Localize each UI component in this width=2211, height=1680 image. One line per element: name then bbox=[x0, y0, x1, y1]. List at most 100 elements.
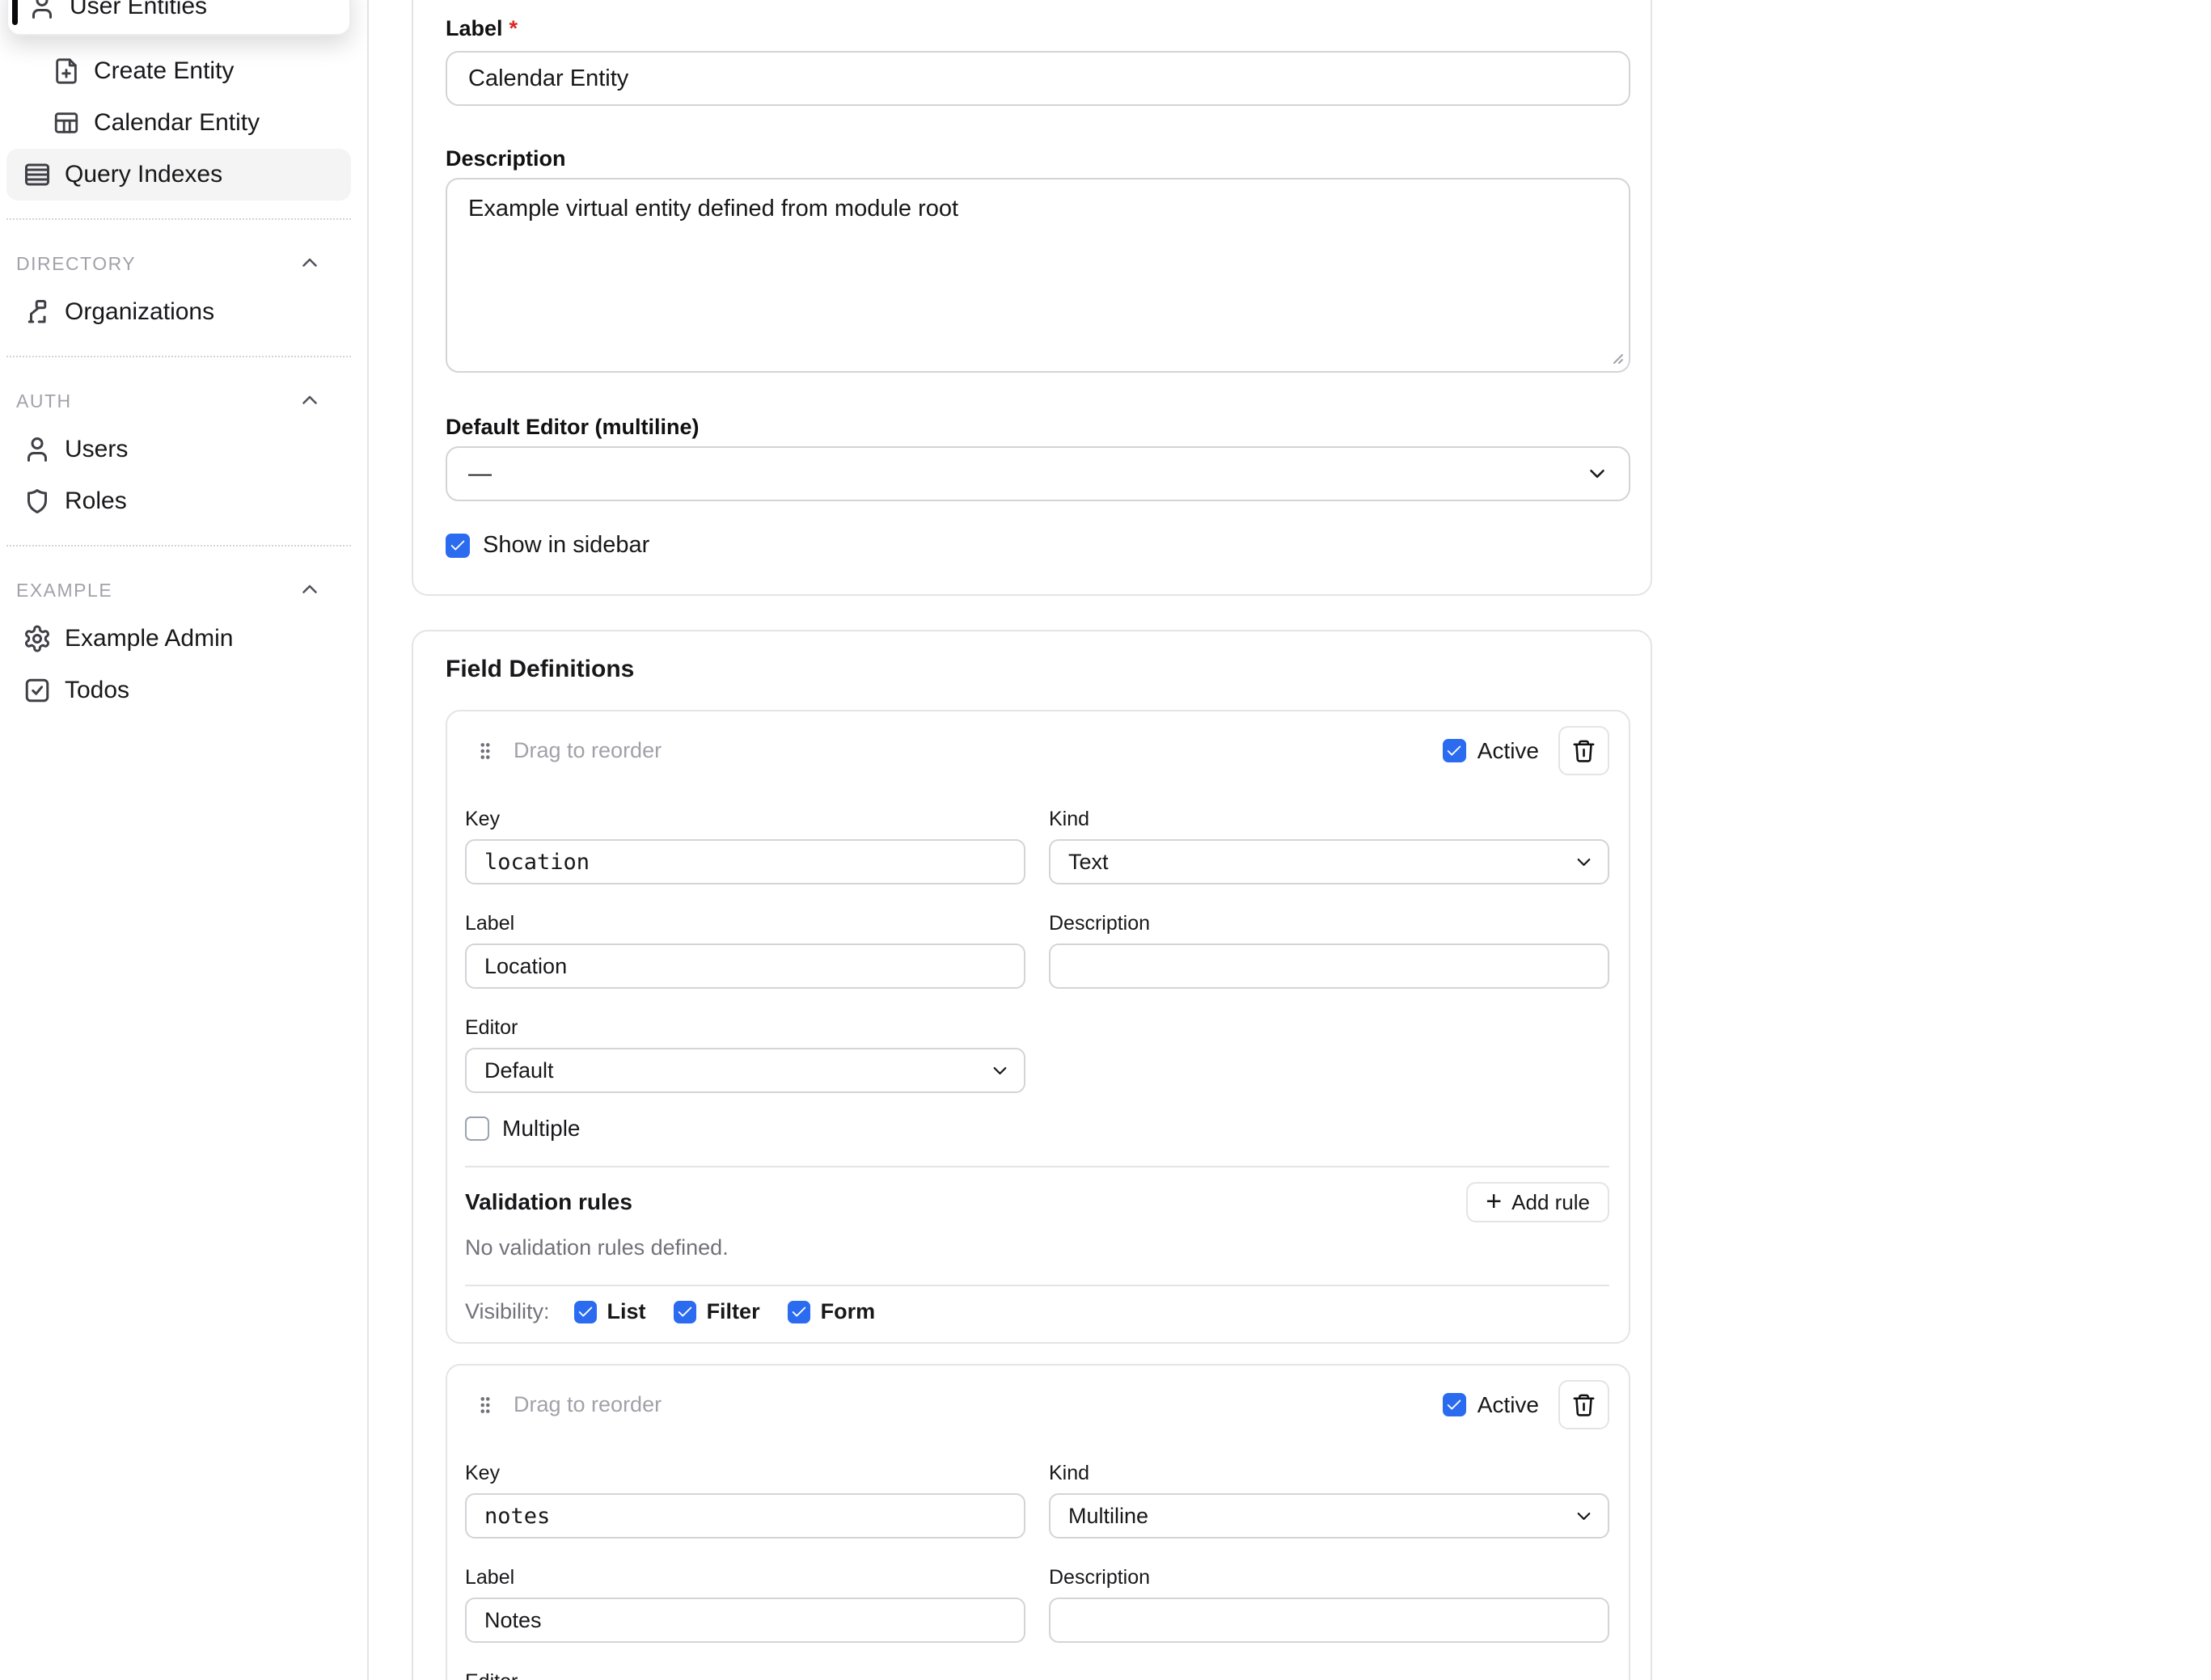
sidebar-item-label: Create Entity bbox=[94, 57, 234, 85]
delete-field-button[interactable] bbox=[1558, 726, 1609, 775]
visibility-row: Visibility: List Filter Form bbox=[465, 1299, 1609, 1324]
check-icon bbox=[1445, 1396, 1463, 1414]
sidebar-item-example-admin[interactable]: Example Admin bbox=[6, 613, 351, 665]
kind-label: Kind bbox=[1049, 808, 1609, 831]
sidebar-item-organizations[interactable]: Organizations bbox=[6, 286, 351, 338]
description-textarea[interactable]: Example virtual entity defined from modu… bbox=[446, 178, 1630, 373]
field-definition-row: Drag to reorder Active bbox=[446, 710, 1630, 1344]
chevron-down-icon bbox=[1573, 1505, 1595, 1527]
show-in-sidebar-checkbox[interactable] bbox=[446, 534, 470, 558]
select-value: Multiline bbox=[1068, 1504, 1148, 1529]
trash-icon bbox=[1571, 1392, 1596, 1417]
sidebar-item-user-entities[interactable]: User Entities bbox=[6, 0, 351, 36]
description-label: Description bbox=[1049, 1566, 1609, 1589]
user-icon bbox=[23, 435, 52, 464]
drag-label: Drag to reorder bbox=[514, 1392, 662, 1417]
sidebar-item-label: User Entities bbox=[70, 0, 207, 20]
sidebar-divider bbox=[6, 356, 351, 357]
label-input[interactable] bbox=[446, 51, 1630, 106]
chevron-up-icon[interactable] bbox=[298, 251, 322, 276]
visibility-option-form: Form bbox=[788, 1299, 876, 1324]
list-checkbox[interactable] bbox=[574, 1301, 597, 1323]
multiple-row: Multiple bbox=[465, 1116, 1609, 1142]
section-title: DIRECTORY bbox=[16, 253, 136, 275]
default-editor-select[interactable]: — bbox=[446, 446, 1630, 501]
drag-handle[interactable]: Drag to reorder bbox=[465, 738, 662, 763]
label-label: Label bbox=[465, 1566, 1025, 1589]
label-label: Label bbox=[465, 912, 1025, 935]
section-title: EXAMPLE bbox=[16, 580, 112, 602]
file-plus-icon bbox=[52, 57, 81, 86]
sidebar-item-todos[interactable]: Todos bbox=[6, 665, 351, 716]
active-indicator-bar bbox=[12, 0, 18, 25]
sidebar-item-label: Users bbox=[65, 436, 128, 463]
sidebar-item-label: Organizations bbox=[65, 298, 214, 326]
sidebar-section-auth[interactable]: AUTH bbox=[6, 378, 351, 424]
active-row: Active bbox=[1443, 1392, 1539, 1418]
active-checkbox[interactable] bbox=[1443, 739, 1466, 762]
sidebar-section-example[interactable]: EXAMPLE bbox=[6, 568, 351, 613]
description-field-label: Description bbox=[446, 146, 1630, 171]
no-validation-rules-text: No validation rules defined. bbox=[465, 1235, 1609, 1260]
key-input[interactable] bbox=[465, 839, 1025, 884]
form-checkbox[interactable] bbox=[788, 1301, 810, 1323]
checkbox-label: Form bbox=[821, 1299, 876, 1324]
sidebar-item-label: Calendar Entity bbox=[94, 109, 260, 137]
kind-label: Kind bbox=[1049, 1462, 1609, 1485]
field-description-input[interactable] bbox=[1049, 1598, 1609, 1643]
description-textarea-wrap: Example virtual entity defined from modu… bbox=[446, 178, 1630, 373]
validation-rules-title: Validation rules bbox=[465, 1189, 632, 1215]
rows-icon bbox=[23, 160, 52, 189]
select-value: Text bbox=[1068, 850, 1109, 875]
check-icon bbox=[790, 1303, 808, 1321]
checkbox-label: Active bbox=[1478, 738, 1539, 764]
sidebar-item-users[interactable]: Users bbox=[6, 424, 351, 475]
field-label-input[interactable] bbox=[465, 943, 1025, 989]
field-description-input[interactable] bbox=[1049, 943, 1609, 989]
checkbox-label: List bbox=[607, 1299, 646, 1324]
grip-dots-icon bbox=[475, 741, 496, 762]
sidebar-item-roles[interactable]: Roles bbox=[6, 475, 351, 527]
checkbox-label: Active bbox=[1478, 1392, 1539, 1418]
sidebar-item-create-entity[interactable]: Create Entity bbox=[6, 45, 351, 97]
checkbox-label: Filter bbox=[707, 1299, 760, 1324]
check-icon bbox=[676, 1303, 694, 1321]
sidebar-item-label: Query Indexes bbox=[65, 161, 222, 188]
checkbox-label: Multiple bbox=[502, 1116, 580, 1142]
chevron-down-icon bbox=[1573, 851, 1595, 873]
check-icon bbox=[1445, 742, 1463, 760]
sidebar-item-label: Roles bbox=[65, 488, 127, 515]
key-label: Key bbox=[465, 808, 1025, 831]
sidebar: User Entities Create Entity Calendar Ent… bbox=[0, 0, 369, 1680]
active-checkbox[interactable] bbox=[1443, 1393, 1466, 1416]
required-asterisk: * bbox=[509, 16, 518, 40]
check-icon bbox=[577, 1303, 594, 1321]
square-check-icon bbox=[23, 676, 52, 705]
kind-select[interactable]: Multiline bbox=[1049, 1493, 1609, 1539]
sidebar-divider bbox=[6, 218, 351, 220]
visibility-option-filter: Filter bbox=[674, 1299, 760, 1324]
filter-checkbox[interactable] bbox=[674, 1301, 696, 1323]
checkbox-label: Show in sidebar bbox=[483, 532, 649, 559]
editor-select[interactable]: Default bbox=[465, 1048, 1025, 1093]
field-definitions-title: Field Definitions bbox=[446, 656, 1630, 683]
resize-handle-icon[interactable] bbox=[1605, 346, 1625, 365]
visibility-option-list: List bbox=[574, 1299, 646, 1324]
key-input[interactable] bbox=[465, 1493, 1025, 1539]
chevron-up-icon[interactable] bbox=[298, 389, 322, 413]
field-label-input[interactable] bbox=[465, 1598, 1025, 1643]
kind-select[interactable]: Text bbox=[1049, 839, 1609, 884]
sidebar-section-directory[interactable]: DIRECTORY bbox=[6, 241, 351, 286]
field-definition-row: Drag to reorder Active bbox=[446, 1364, 1630, 1680]
add-rule-button[interactable]: + Add rule bbox=[1466, 1182, 1609, 1222]
sidebar-item-query-indexes[interactable]: Query Indexes bbox=[6, 149, 351, 201]
active-row: Active bbox=[1443, 738, 1539, 764]
drag-handle[interactable]: Drag to reorder bbox=[465, 1392, 662, 1417]
description-label: Description bbox=[1049, 912, 1609, 935]
multiple-checkbox[interactable] bbox=[465, 1116, 489, 1141]
add-rule-label: Add rule bbox=[1511, 1190, 1590, 1215]
chevron-up-icon[interactable] bbox=[298, 578, 322, 602]
delete-field-button[interactable] bbox=[1558, 1380, 1609, 1429]
sidebar-item-label: Todos bbox=[65, 677, 129, 704]
sidebar-item-calendar-entity[interactable]: Calendar Entity bbox=[6, 97, 351, 149]
